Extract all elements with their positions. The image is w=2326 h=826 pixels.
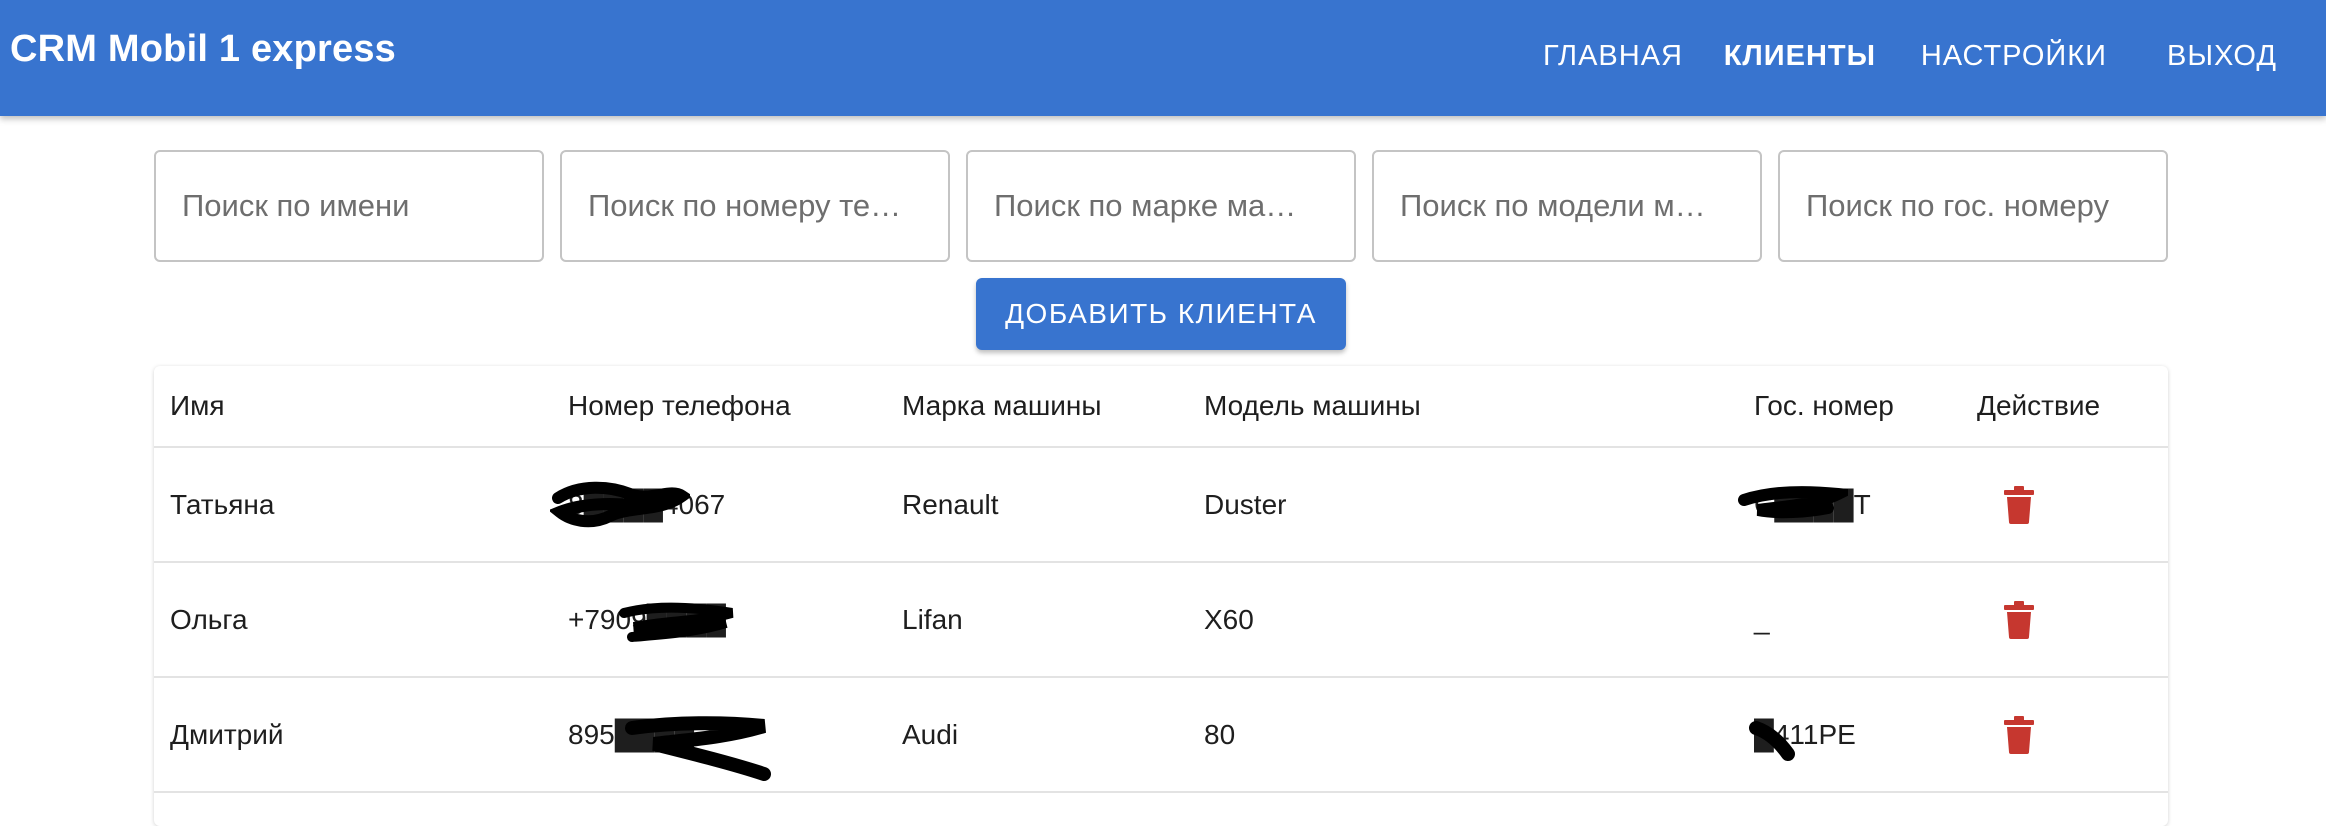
cell-model: Duster: [1204, 488, 1287, 520]
cell-plate: _: [1754, 603, 1770, 635]
app-title: CRM Mobil 1 express: [10, 28, 397, 70]
cell-phone: 8████4067: [568, 488, 726, 520]
cell-phone: 895████: [568, 718, 695, 750]
table-row: Татьяна 8████4067 Renault Duster С████Т: [154, 448, 2168, 563]
cell-plate: С████Т: [1754, 488, 1871, 520]
nav-home[interactable]: ГЛАВНАЯ: [1543, 26, 1683, 86]
header-model: Модель машины: [1204, 390, 1421, 421]
search-plate-field[interactable]: [1778, 150, 2168, 262]
nav-logout[interactable]: ВЫХОД: [2167, 26, 2277, 86]
search-model-input[interactable]: [1374, 152, 1760, 260]
table-row: Дмитрий 895████ Audi 80 █411РЕ: [154, 678, 2168, 793]
cell-plate: █411РЕ: [1754, 718, 1856, 750]
search-name-input[interactable]: [156, 152, 542, 260]
search-phone-input[interactable]: [562, 152, 948, 260]
cell-brand: Renault: [902, 488, 999, 520]
nav-settings[interactable]: НАСТРОЙКИ: [1921, 26, 2107, 86]
table-header: Имя Номер телефона Марка машины Модель м…: [154, 366, 2168, 448]
app-bar: CRM Mobil 1 express ГЛАВНАЯ КЛИЕНТЫ НАСТ…: [0, 0, 2326, 116]
search-brand-field[interactable]: [966, 150, 1356, 262]
cell-name: Татьяна: [170, 488, 275, 520]
header-action: Действие: [1977, 390, 2101, 421]
search-name-field[interactable]: [154, 150, 544, 262]
cell-brand: Audi: [902, 718, 959, 750]
cell-model: X60: [1204, 603, 1254, 635]
trash-icon[interactable]: [2004, 715, 2034, 754]
search-brand-input[interactable]: [968, 152, 1354, 260]
header-brand: Марка машины: [902, 390, 1102, 421]
table-row: Ольга +7909████ Lifan X60 _: [154, 563, 2168, 678]
nav-clients[interactable]: КЛИЕНТЫ: [1724, 26, 1876, 86]
search-phone-field[interactable]: [560, 150, 950, 262]
add-client-button[interactable]: ДОБАВИТЬ КЛИЕНТА: [976, 278, 1346, 350]
cell-brand: Lifan: [902, 603, 963, 635]
cell-name: Ольга: [170, 603, 248, 635]
cell-model: 80: [1204, 718, 1236, 750]
trash-icon[interactable]: [2004, 600, 2034, 639]
trash-icon[interactable]: [2004, 485, 2034, 524]
search-plate-input[interactable]: [1780, 152, 2166, 260]
clients-table: Имя Номер телефона Марка машины Модель м…: [154, 366, 2168, 826]
header-phone: Номер телефона: [568, 390, 791, 421]
header-plate: Гос. номер: [1754, 390, 1894, 421]
header-name: Имя: [170, 390, 225, 421]
search-model-field[interactable]: [1372, 150, 1762, 262]
cell-name: Дмитрий: [170, 718, 284, 750]
cell-phone: +7909████: [568, 603, 726, 635]
